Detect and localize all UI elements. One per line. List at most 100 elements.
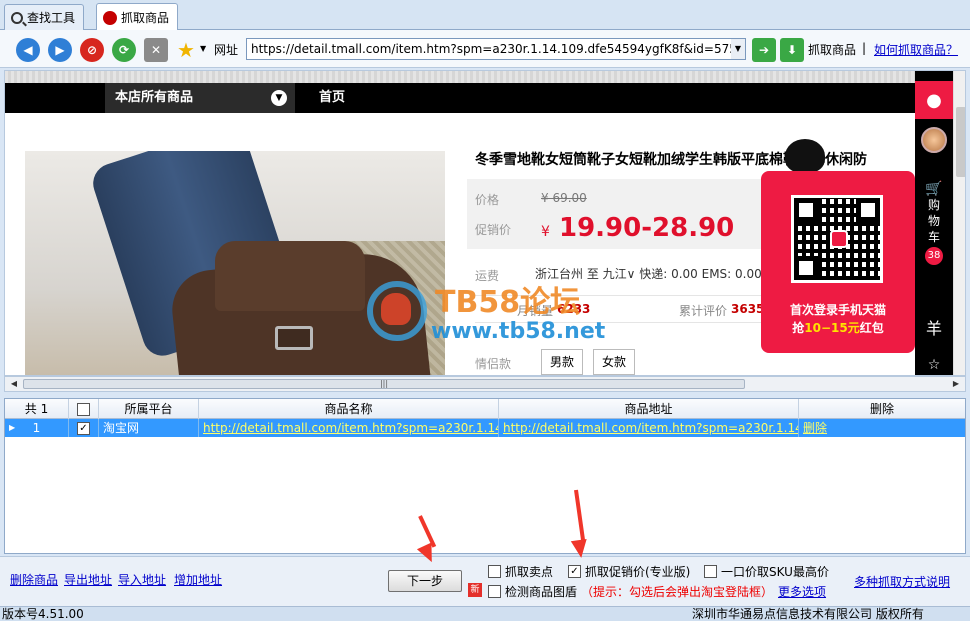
version-text: 版本号4.51.00 — [2, 607, 84, 621]
vertical-scrollbar[interactable] — [953, 71, 965, 375]
boot-shaft — [215, 241, 365, 311]
howto-link[interactable]: 如何抓取商品？ — [874, 41, 958, 58]
sku-max-checkbox[interactable] — [704, 565, 717, 578]
cart-label: 车 — [927, 230, 940, 244]
company-text: 深圳市华通易点信息技术有限公司 版权所有 — [692, 607, 924, 621]
chevron-down-icon[interactable]: ▼ — [200, 44, 206, 53]
original-price: ¥ 69.00 — [541, 191, 587, 205]
grab-promo-label: 抓取促销价(专业版) — [585, 565, 691, 579]
multi-methods-link[interactable]: 多种抓取方式说明 — [854, 573, 950, 590]
shop-banner-strip — [5, 71, 965, 83]
row-check[interactable]: ✓ — [69, 419, 99, 437]
toolbar-separator: | — [862, 41, 867, 55]
option-men[interactable]: 男款 — [541, 349, 584, 375]
export-url-link[interactable]: 导出地址 — [64, 571, 112, 588]
cart-label: 购 — [927, 198, 940, 212]
cart-label: 物 — [927, 214, 940, 228]
promo-label: 促销价 — [475, 223, 512, 237]
go-arrow-icon[interactable]: ➔ — [752, 38, 776, 62]
add-url-link[interactable]: 增加地址 — [174, 571, 222, 588]
search-icon — [11, 11, 27, 26]
tmall-logo-icon — [830, 230, 848, 248]
embedded-browser[interactable]: 本店所有商品 ▼ 首页 冬季雪地靴女短筒靴子女短靴加绒学生韩版平底棉鞋加厚休闲防… — [4, 70, 966, 376]
sku-max-option[interactable]: 一口价取SKU最高价 — [704, 563, 829, 580]
forward-icon[interactable]: ▶ — [48, 38, 72, 62]
next-step-button[interactable]: 下一步 — [388, 570, 462, 592]
qr-popup[interactable]: 首次登录手机天猫 抢10−15元红包 — [761, 171, 915, 353]
grab-goods-button[interactable]: 抓取商品 — [808, 41, 856, 58]
more-options-link[interactable]: 更多选项 — [778, 583, 826, 600]
monthly-sales: 6233 — [557, 302, 591, 316]
qr-corner — [856, 198, 880, 222]
avatar[interactable] — [921, 127, 947, 153]
row-url-link[interactable]: http://detail.tmall.com/item.htm?spm=a23… — [499, 419, 799, 437]
grab-promo-checkbox[interactable]: ✓ — [568, 565, 581, 578]
cart-icon: 🛒 — [925, 181, 943, 197]
grab-seller-checkbox[interactable] — [488, 565, 501, 578]
url-dropdown-icon[interactable]: ▼ — [731, 39, 745, 59]
promo-price-value: 19.90-28.90 — [558, 213, 735, 243]
star-icon[interactable]: ☆ — [915, 357, 953, 373]
tab-label: 抓取商品 — [121, 11, 170, 25]
tools-icon[interactable]: ✕ — [144, 38, 168, 62]
row-name-link[interactable]: http://detail.tmall.com/item.htm?spm=a23… — [199, 419, 499, 437]
home-link[interactable]: 首页 — [319, 83, 345, 113]
boot-buckle — [275, 326, 313, 350]
tab-grab-goods[interactable]: 抓取商品 — [96, 3, 179, 31]
scrollbar-thumb[interactable] — [956, 107, 965, 177]
url-value: https://detail.tmall.com/item.htm?spm=a2… — [251, 42, 746, 56]
col-check[interactable] — [69, 399, 99, 419]
shipping-label: 运费 — [475, 269, 500, 283]
url-label: 网址 — [214, 43, 239, 57]
detect-images-option[interactable]: 检测商品图盾 （提示：勾选后会弹出淘宝登陆框） — [488, 583, 773, 600]
detect-images-checkbox[interactable] — [488, 585, 501, 598]
favorite-star-icon[interactable]: ★ — [174, 38, 198, 62]
scroll-left-icon[interactable]: ◀ — [7, 378, 21, 390]
arrow-head — [570, 538, 590, 560]
table-row[interactable]: ▶ 1 ✓ 淘宝网 http://detail.tmall.com/item.ht… — [5, 419, 965, 437]
back-icon[interactable]: ◀ — [16, 38, 40, 62]
scrollbar-thumb[interactable]: ||| — [23, 379, 745, 389]
shop-all-menu[interactable]: 本店所有商品 ▼ — [105, 83, 295, 113]
grab-promo-option[interactable]: ✓ 抓取促销价(专业版) — [568, 563, 690, 580]
download-icon[interactable]: ⬇ — [780, 38, 804, 62]
cart-count-badge: 38 — [925, 247, 943, 265]
row-index-value: 1 — [32, 421, 41, 435]
popup-line2: 抢10−15元红包 — [761, 319, 915, 336]
grab-seller-option[interactable]: 抓取卖点 — [488, 563, 553, 580]
tab-search-tool[interactable]: 查找工具 — [4, 4, 85, 30]
monthly-sales-label: 月销量 — [517, 304, 554, 318]
row-delete-link[interactable]: 删除 — [799, 419, 965, 437]
reviews-label: 累计评价 — [679, 304, 728, 318]
tmall-icon — [103, 10, 117, 25]
detect-images-label: 检测商品图盾 — [505, 585, 578, 599]
tmall-sidebar: ● 🛒 购 物 车 38 羊 ☆ — [915, 71, 953, 375]
promo-currency: ¥ — [541, 224, 550, 240]
row-platform: 淘宝网 — [99, 419, 199, 437]
select-all-checkbox[interactable] — [77, 403, 90, 416]
tab-label: 查找工具 — [27, 11, 76, 25]
url-input[interactable]: https://detail.tmall.com/item.htm?spm=a2… — [246, 38, 746, 60]
row-pointer-icon: ▶ — [9, 423, 16, 432]
col-url: 商品地址 — [499, 399, 799, 419]
scroll-right-icon[interactable]: ▶ — [949, 378, 963, 390]
qr-code[interactable] — [791, 195, 883, 283]
login-hint: （提示：勾选后会弹出淘宝登陆框） — [581, 585, 774, 599]
import-url-link[interactable]: 导入地址 — [118, 571, 166, 588]
new-badge: 新 — [468, 583, 482, 597]
location-pin-icon[interactable]: ● — [915, 81, 953, 119]
row-checkbox[interactable]: ✓ — [77, 422, 90, 435]
cart-button[interactable]: 🛒 购 物 车 38 — [915, 181, 953, 265]
yen-icon[interactable]: 羊 — [915, 315, 953, 339]
goods-table: 共 1 所属平台 商品名称 商品地址 删除 ▶ 1 ✓ 淘宝网 http://de… — [4, 398, 966, 554]
horizontal-scrollbar[interactable]: ◀ ||| ▶ — [4, 376, 966, 392]
delete-goods-link[interactable]: 删除商品 — [10, 571, 58, 588]
product-image — [25, 151, 445, 375]
shop-navbar: 本店所有商品 ▼ 首页 — [5, 83, 965, 113]
shipping-info: 浙江台州 至 九江∨ 快递: 0.00 EMS: 0.00 — [535, 267, 762, 281]
stop-icon[interactable]: ⊘ — [80, 38, 104, 62]
sku-max-label: 一口价取SKU最高价 — [721, 565, 829, 579]
option-women[interactable]: 女款 — [593, 349, 636, 375]
popup-line2-post: 红包 — [859, 321, 884, 335]
refresh-icon[interactable]: ⟳ — [112, 38, 136, 62]
